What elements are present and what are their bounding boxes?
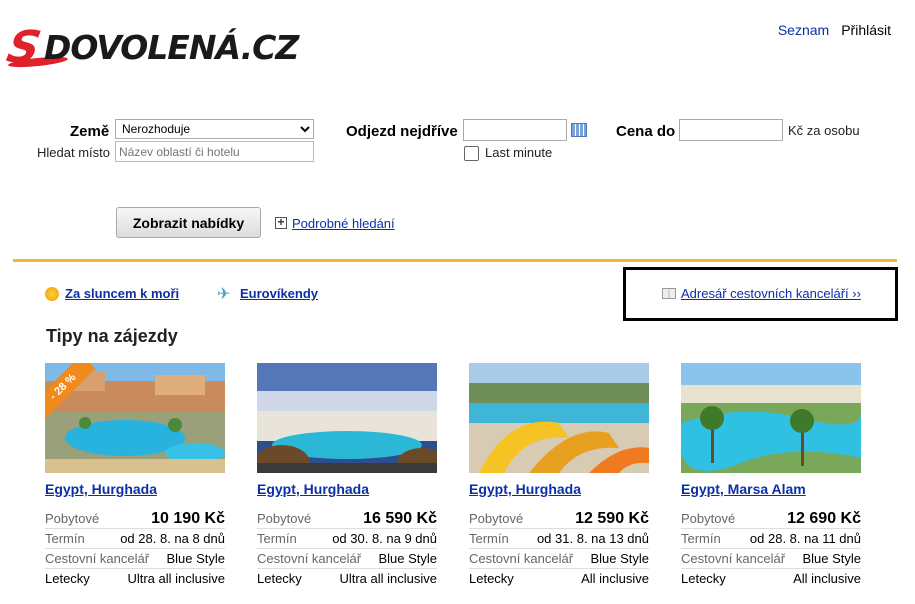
price-unit: Kč za osobu: [788, 123, 860, 138]
trip-type: Pobytové: [45, 511, 100, 526]
sea-trips-link[interactable]: Za sluncem k moři: [65, 286, 179, 301]
board-value: Ultra all inclusive: [127, 571, 225, 586]
tour-photo[interactable]: [257, 363, 437, 473]
term-label: Termín: [681, 531, 721, 546]
place-label: Hledat místo: [37, 145, 110, 160]
tips-heading: Tipy na zájezdy: [46, 326, 178, 346]
trip-price: 12 590 Kč: [575, 509, 649, 527]
top-links: Seznam Přihlásit: [778, 22, 891, 38]
trip-type: Pobytové: [257, 511, 312, 526]
trip-type: Pobytové: [469, 511, 524, 526]
agency-row: Cestovní kancelář Blue Style: [45, 548, 225, 568]
calendar-icon[interactable]: [571, 123, 587, 137]
country-label: Země: [70, 123, 110, 140]
trip-price: 16 590 Kč: [363, 509, 437, 527]
tour-photo[interactable]: [469, 363, 649, 473]
tour-card: Egypt, Hurghada Pobytové 16 590 Kč Termí…: [257, 363, 437, 588]
term-label: Termín: [469, 531, 509, 546]
agency-directory-link[interactable]: Adresář cestovních kanceláří ››: [681, 286, 861, 301]
board-value: All inclusive: [581, 571, 649, 586]
agency-label: Cestovní kancelář: [45, 551, 150, 566]
departure-date-input[interactable]: [463, 119, 567, 141]
agency-value: Blue Style: [166, 551, 225, 566]
agency-row: Cestovní kancelář Blue Style: [469, 548, 649, 568]
advanced-search-link[interactable]: Podrobné hledání: [292, 216, 395, 231]
term-value: od 28. 8. na 8 dnů: [120, 531, 225, 546]
section-divider: [13, 259, 897, 262]
sun-icon: [45, 287, 59, 301]
term-row: Termín od 31. 8. na 13 dnů: [469, 528, 649, 548]
seznam-link[interactable]: Seznam: [778, 22, 829, 38]
agency-label: Cestovní kancelář: [469, 551, 574, 566]
agency-row: Cestovní kancelář Blue Style: [257, 548, 437, 568]
trip-type: Pobytové: [681, 511, 736, 526]
country-select[interactable]: Nerozhoduje: [115, 119, 314, 139]
place-search-input[interactable]: [115, 141, 314, 162]
show-offers-button[interactable]: Zobrazit nabídky: [116, 207, 261, 238]
board-value: All inclusive: [793, 571, 861, 586]
last-minute-checkbox[interactable]: [464, 146, 479, 161]
destination-link[interactable]: Egypt, Hurghada: [469, 481, 649, 499]
tour-card: Egypt, Hurghada Pobytové 12 590 Kč Termí…: [469, 363, 649, 588]
plus-icon[interactable]: +: [275, 216, 287, 229]
type-price-row: Pobytové 12 690 Kč: [681, 509, 861, 528]
eurovikendy-link[interactable]: Eurovíkendy: [240, 286, 318, 301]
transport-row: Letecky All inclusive: [681, 568, 861, 588]
board-value: Ultra all inclusive: [339, 571, 437, 586]
agency-label: Cestovní kancelář: [257, 551, 362, 566]
type-price-row: Pobytové 12 590 Kč: [469, 509, 649, 528]
term-value: od 30. 8. na 9 dnů: [332, 531, 437, 546]
term-label: Termín: [257, 531, 297, 546]
destination-link[interactable]: Egypt, Hurghada: [257, 481, 437, 499]
tour-photo[interactable]: [681, 363, 861, 473]
last-minute-label[interactable]: Last minute: [485, 145, 552, 160]
transport-row: Letecky Ultra all inclusive: [45, 568, 225, 588]
tour-photo[interactable]: - 28 %: [45, 363, 225, 473]
trip-price: 12 690 Kč: [787, 509, 861, 527]
term-row: Termín od 28. 8. na 8 dnů: [45, 528, 225, 548]
agency-value: Blue Style: [378, 551, 437, 566]
type-price-row: Pobytové 16 590 Kč: [257, 509, 437, 528]
term-row: Termín od 30. 8. na 9 dnů: [257, 528, 437, 548]
term-value: od 31. 8. na 13 dnů: [536, 531, 649, 546]
agency-value: Blue Style: [590, 551, 649, 566]
transport-value: Letecky: [681, 571, 726, 586]
plane-icon: ✈: [217, 286, 231, 303]
agency-label: Cestovní kancelář: [681, 551, 786, 566]
agency-value: Blue Style: [802, 551, 861, 566]
logo-text: DOVOLENÁ.CZ: [44, 28, 299, 67]
site-logo[interactable]: S DOVOLENÁ.CZ: [3, 22, 328, 73]
agency-row: Cestovní kancelář Blue Style: [681, 548, 861, 568]
transport-row: Letecky Ultra all inclusive: [257, 568, 437, 588]
transport-value: Letecky: [45, 571, 90, 586]
transport-value: Letecky: [257, 571, 302, 586]
trip-price: 10 190 Kč: [151, 509, 225, 527]
term-label: Termín: [45, 531, 85, 546]
price-label: Cena do: [616, 123, 676, 140]
departure-label: Odjezd nejdříve: [346, 123, 458, 140]
book-icon: [662, 288, 676, 299]
tour-card: - 28 % Egypt, Hurghada Pobytové 10 190 K…: [45, 363, 225, 588]
type-price-row: Pobytové 10 190 Kč: [45, 509, 225, 528]
destination-link[interactable]: Egypt, Marsa Alam: [681, 481, 861, 499]
tour-card: Egypt, Marsa Alam Pobytové 12 690 Kč Ter…: [681, 363, 861, 588]
transport-row: Letecky All inclusive: [469, 568, 649, 588]
max-price-input[interactable]: [679, 119, 783, 141]
transport-value: Letecky: [469, 571, 514, 586]
login-link[interactable]: Přihlásit: [841, 22, 891, 38]
term-value: od 28. 8. na 11 dnů: [749, 531, 861, 546]
term-row: Termín od 28. 8. na 11 dnů: [681, 528, 861, 548]
destination-link[interactable]: Egypt, Hurghada: [45, 481, 225, 499]
